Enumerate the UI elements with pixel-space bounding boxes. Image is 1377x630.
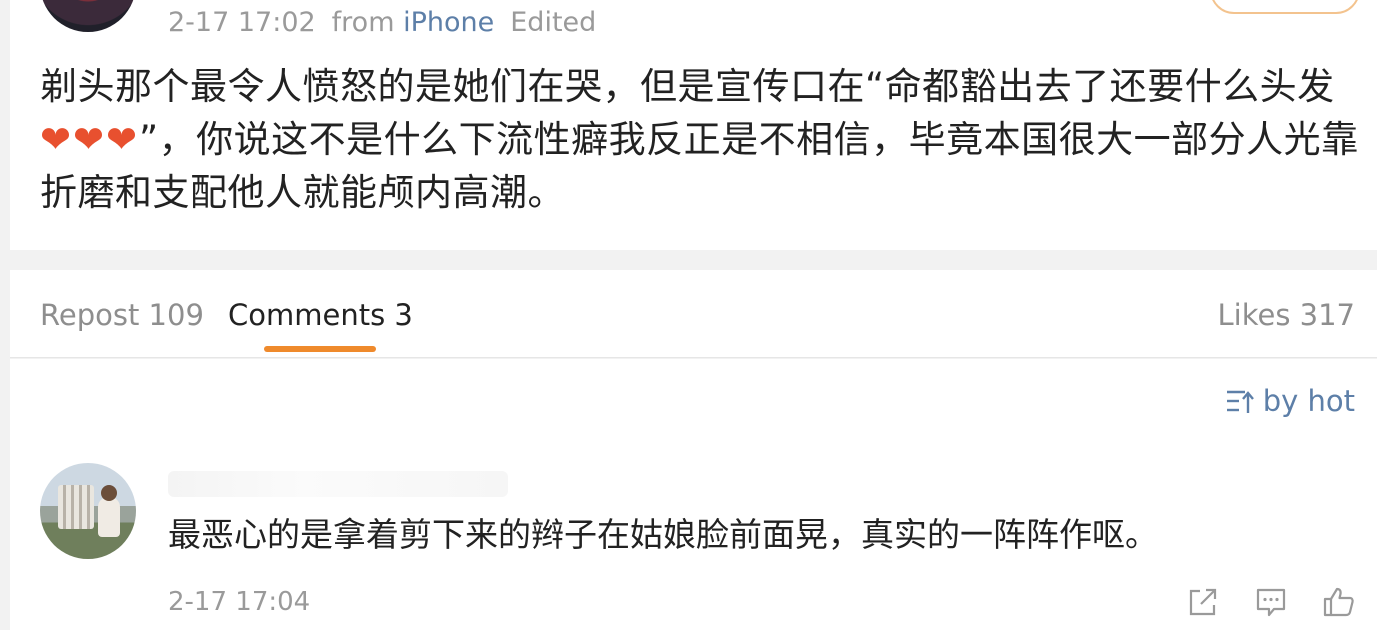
post-from-label: from xyxy=(331,6,395,38)
like-icon[interactable] xyxy=(1322,585,1356,619)
sort-by-hot-button[interactable]: by hot xyxy=(1225,383,1355,419)
sort-label: by hot xyxy=(1262,384,1355,418)
avatar-building-shape xyxy=(58,485,94,529)
post-author-avatar[interactable] xyxy=(40,0,136,32)
avatar-child-head xyxy=(101,485,117,501)
post-text-part-1: 剃头那个最令人愤怒的是她们在哭，但是宣传口在“命都豁出去了还要什么头发 xyxy=(40,65,1335,108)
avatar-child-shape xyxy=(98,497,120,537)
sort-icon xyxy=(1226,390,1254,413)
tab-likes[interactable]: Likes 317 xyxy=(1218,298,1356,332)
comments-list: by hot 最恶心的是拿着剪下来的辫子在姑娘脸前面晃，真实的一阵阵作呕。 2-… xyxy=(10,359,1377,630)
comment-text: 最恶心的是拿着剪下来的辫子在姑娘脸前面晃，真实的一阵阵作呕。 xyxy=(168,515,1158,554)
post-time: 2-17 17:02 xyxy=(168,6,316,38)
weibo-post-page: 2-17 17:02 from iPhone Edited 剃头那个最令人愤怒的… xyxy=(0,0,1377,630)
post-card: 2-17 17:02 from iPhone Edited 剃头那个最令人愤怒的… xyxy=(10,0,1377,250)
follow-button[interactable] xyxy=(1210,0,1360,14)
tab-comments[interactable]: Comments 3 xyxy=(228,298,413,332)
post-source[interactable]: iPhone xyxy=(403,7,494,38)
heart-emoji-icon: ❤❤❤ xyxy=(40,118,140,161)
post-source-group: from iPhone xyxy=(332,7,495,38)
tab-repost[interactable]: Repost 109 xyxy=(40,298,204,332)
share-icon[interactable] xyxy=(1186,585,1220,619)
post-tabs: Repost 109 Comments 3 Likes 317 xyxy=(10,270,1377,358)
post-text: 剃头那个最令人愤怒的是她们在哭，但是宣传口在“命都豁出去了还要什么头发 ❤❤❤”，… xyxy=(40,60,1360,219)
reply-icon[interactable] xyxy=(1254,585,1288,619)
post-edited-label[interactable]: Edited xyxy=(510,7,596,38)
comment-time: 2-17 17:04 xyxy=(168,587,311,617)
comment-author-avatar[interactable] xyxy=(40,463,136,559)
post-text-part-2: ”，你说这不是什么下流性癖我反正是不相信，毕竟本国很大一部分人光靠折磨和支配他人… xyxy=(40,118,1359,214)
post-meta: 2-17 17:02 from iPhone Edited xyxy=(168,4,596,40)
comment-author-name-redacted[interactable] xyxy=(168,471,508,497)
active-tab-indicator xyxy=(264,346,376,352)
